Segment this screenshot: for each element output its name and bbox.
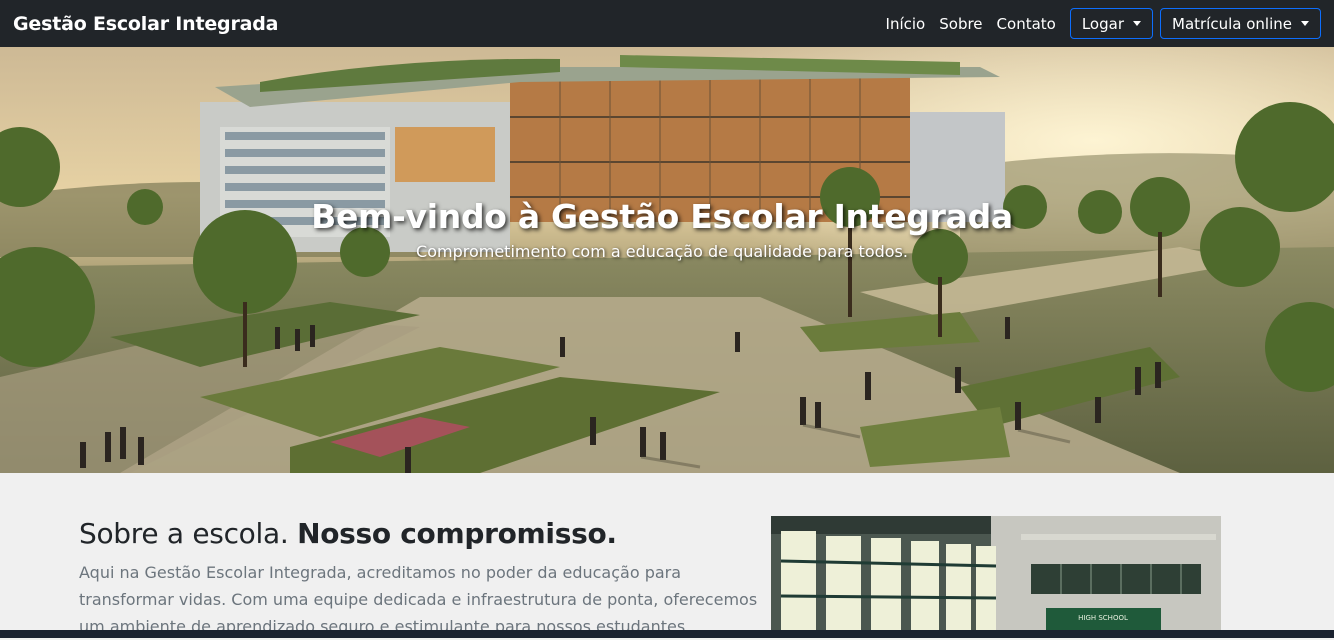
nav-link-sobre[interactable]: Sobre [939, 15, 982, 33]
enroll-dropdown-label: Matrícula online [1172, 14, 1292, 33]
hero-title: Bem-vindo à Gestão Escolar Integrada [311, 197, 1013, 236]
login-dropdown-label: Logar [1081, 14, 1124, 33]
caret-down-icon [1133, 21, 1141, 26]
bottom-edge-bar [0, 630, 1334, 638]
board-text: HIGH SCHOOL [1078, 614, 1128, 622]
about-title: Sobre a escola. Nosso compromisso. [79, 517, 617, 550]
hero-subtitle: Comprometimento com a educação de qualid… [416, 242, 908, 261]
login-dropdown-button[interactable]: Logar [1069, 8, 1153, 39]
top-navbar: Gestão Escolar Integrada Início Sobre Co… [0, 0, 1334, 47]
about-title-bold: Nosso compromisso. [297, 517, 617, 550]
about-section: Sobre a escola. Nosso compromisso. Aqui … [0, 473, 1334, 636]
about-title-light: Sobre a escola. [79, 517, 289, 550]
nav-link-contato[interactable]: Contato [997, 15, 1056, 33]
caret-down-icon [1301, 21, 1309, 26]
hero-banner: Bem-vindo à Gestão Escolar Integrada Com… [0, 47, 1334, 473]
about-paragraph: Aqui na Gestão Escolar Integrada, acredi… [79, 563, 758, 636]
enroll-dropdown-button[interactable]: Matrícula online [1160, 8, 1321, 39]
brand-logo-text[interactable]: Gestão Escolar Integrada [13, 13, 278, 35]
hero-text: Bem-vindo à Gestão Escolar Integrada Com… [0, 197, 1324, 261]
nav-link-inicio[interactable]: Início [886, 15, 926, 33]
nav-menu: Início Sobre Contato Logar Matrícula onl… [886, 8, 1321, 39]
classroom-illustration: HIGH SCHOOL [771, 516, 1221, 636]
classroom-image: HIGH SCHOOL [771, 516, 1221, 636]
